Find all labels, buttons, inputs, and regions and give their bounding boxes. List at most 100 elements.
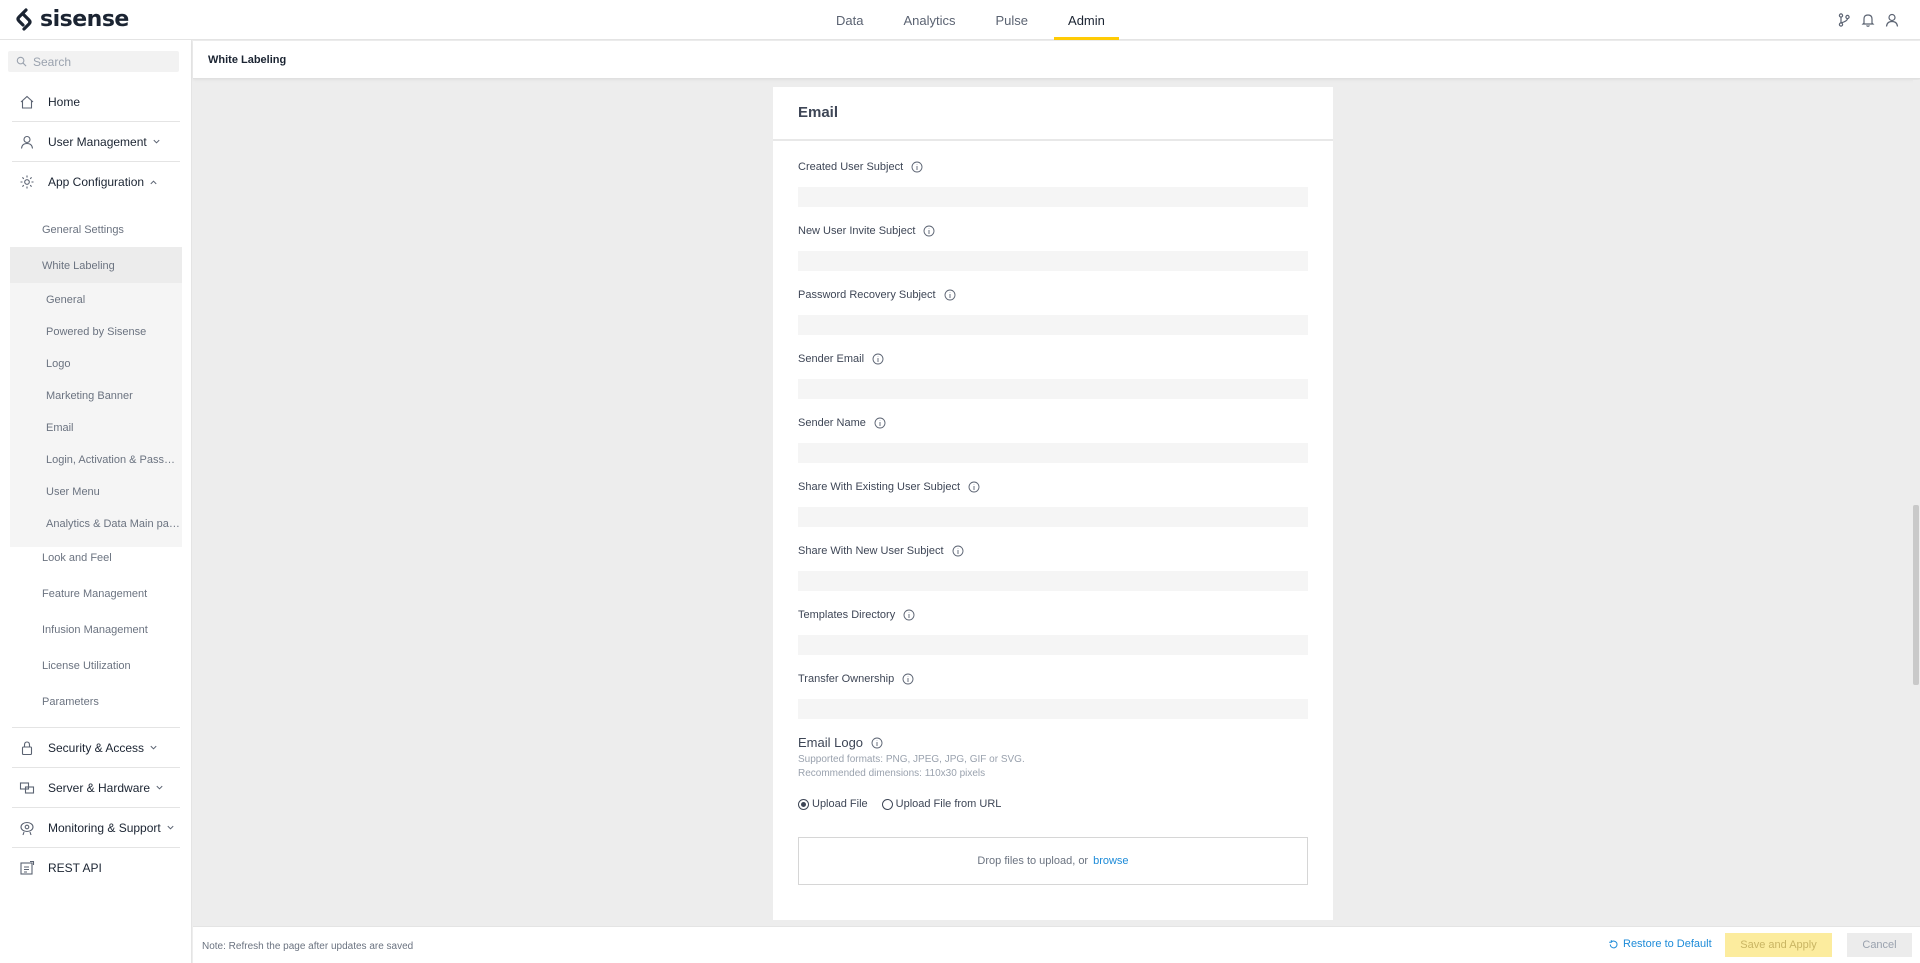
sidebar-label: Server & Hardware xyxy=(48,780,151,795)
topnav-admin[interactable]: Admin xyxy=(1054,0,1119,40)
info-icon[interactable] xyxy=(871,737,883,749)
sisense-logo[interactable]: sisense xyxy=(14,7,129,32)
field-label: Share With Existing User Subject xyxy=(798,481,961,493)
dropzone-text: Drop files to upload, or xyxy=(977,855,1089,867)
email-settings-card: Email Created User Subject New User Invi… xyxy=(773,87,1333,920)
save-and-apply-button[interactable]: Save and Apply xyxy=(1725,933,1832,957)
radio-label: Upload File xyxy=(812,798,868,810)
api-icon xyxy=(18,859,36,877)
gear-icon xyxy=(18,173,36,191)
info-icon[interactable] xyxy=(872,353,884,365)
field-sender-name: Sender Name xyxy=(798,417,1308,463)
scrollbar-thumb[interactable] xyxy=(1913,505,1919,685)
field-new-user-invite-subject: New User Invite Subject xyxy=(798,225,1308,271)
info-icon[interactable] xyxy=(903,609,915,621)
info-icon[interactable] xyxy=(902,673,914,685)
radio-upload-url[interactable]: Upload File from URL xyxy=(881,798,1001,810)
scrollbar-track[interactable] xyxy=(1913,80,1920,926)
sidebar-subitem-general[interactable]: General xyxy=(46,294,181,306)
sidebar-subitem-analytics-main[interactable]: Analytics & Data Main page xyxy=(46,518,181,530)
field-label: Password Recovery Subject xyxy=(798,289,936,301)
sender-email-input[interactable] xyxy=(798,379,1308,399)
sidebar-item-rest-api[interactable]: REST API xyxy=(12,848,180,888)
monitoring-icon xyxy=(18,819,36,837)
radio-upload-file[interactable]: Upload File xyxy=(798,798,868,810)
field-share-existing-subject: Share With Existing User Subject xyxy=(798,481,1308,527)
user-icon[interactable] xyxy=(1884,12,1900,28)
user-icon xyxy=(18,133,36,151)
cancel-button[interactable]: Cancel xyxy=(1847,933,1912,957)
sidebar-item-license-utilization[interactable]: License Utilization xyxy=(42,660,131,672)
sidebar-item-security-access[interactable]: Security & Access xyxy=(12,728,180,768)
transfer-ownership-input[interactable] xyxy=(798,699,1308,719)
sidebar-item-look-and-feel[interactable]: Look and Feel xyxy=(42,552,112,564)
card-header: Email xyxy=(773,87,1333,141)
sidebar-item-parameters[interactable]: Parameters xyxy=(42,696,99,708)
search-icon xyxy=(16,56,27,67)
new-user-invite-subject-input[interactable] xyxy=(798,251,1308,271)
topnav-data[interactable]: Data xyxy=(822,0,877,40)
field-label: New User Invite Subject xyxy=(798,225,916,237)
sidebar-item-infusion-management[interactable]: Infusion Management xyxy=(42,624,148,636)
page-title: White Labeling xyxy=(208,54,287,66)
info-icon[interactable] xyxy=(874,417,886,429)
chevron-down-icon xyxy=(156,785,163,790)
sidebar-subitem-marketing-banner[interactable]: Marketing Banner xyxy=(46,390,181,402)
sidebar: Home User Management App Configuration G… xyxy=(0,40,192,963)
sidebar-subitem-powered-by[interactable]: Powered by Sisense xyxy=(46,326,181,338)
sidebar-item-white-labeling[interactable]: White Labeling xyxy=(42,260,115,272)
sidebar-label: Security & Access xyxy=(48,740,145,755)
info-icon[interactable] xyxy=(952,545,964,557)
sidebar-item-app-configuration[interactable]: App Configuration xyxy=(12,162,180,202)
sidebar-item-feature-management[interactable]: Feature Management xyxy=(42,588,147,600)
topnav-analytics[interactable]: Analytics xyxy=(889,0,969,40)
sidebar-item-general-settings[interactable]: General Settings xyxy=(42,224,124,236)
restore-label: Restore to Default xyxy=(1623,938,1712,950)
sidebar-item-monitoring-support[interactable]: Monitoring & Support xyxy=(12,808,180,848)
search-input[interactable] xyxy=(33,54,173,69)
field-label: Transfer Ownership xyxy=(798,673,895,685)
footer-bar: Note: Refresh the page after updates are… xyxy=(193,926,1920,963)
file-dropzone[interactable]: Drop files to upload, or browse xyxy=(798,837,1308,885)
created-user-subject-input[interactable] xyxy=(798,187,1308,207)
info-icon[interactable] xyxy=(923,225,935,237)
server-icon xyxy=(18,779,36,797)
templates-directory-input[interactable] xyxy=(798,635,1308,655)
restore-icon xyxy=(1609,939,1618,948)
password-recovery-subject-input[interactable] xyxy=(798,315,1308,335)
info-icon[interactable] xyxy=(968,481,980,493)
email-logo-section: Email Logo Supported formats: PNG, JPEG,… xyxy=(798,735,1308,810)
sidebar-item-home[interactable]: Home xyxy=(12,82,180,122)
sidebar-subitem-email[interactable]: Email xyxy=(46,422,181,434)
refresh-note: Note: Refresh the page after updates are… xyxy=(202,941,414,952)
info-icon[interactable] xyxy=(911,161,923,173)
browse-link[interactable]: browse xyxy=(1093,855,1128,867)
share-new-subject-input[interactable] xyxy=(798,571,1308,591)
sidebar-item-user-management[interactable]: User Management xyxy=(12,122,180,162)
sidebar-label: Monitoring & Support xyxy=(48,820,161,835)
sidebar-subitem-logo[interactable]: Logo xyxy=(46,358,181,370)
sidebar-subitem-user-menu[interactable]: User Menu xyxy=(46,486,181,498)
git-branch-icon[interactable] xyxy=(1836,12,1852,28)
radio-unchecked-icon xyxy=(881,798,893,810)
chevron-up-icon xyxy=(150,179,157,184)
restore-default-button[interactable]: Restore to Default xyxy=(1608,938,1712,950)
share-existing-subject-input[interactable] xyxy=(798,507,1308,527)
topnav-pulse[interactable]: Pulse xyxy=(982,0,1043,40)
field-label: Sender Email xyxy=(798,353,865,365)
brand-name: sisense xyxy=(40,7,129,32)
sender-name-input[interactable] xyxy=(798,443,1308,463)
top-nav: Data Analytics Pulse Admin xyxy=(822,0,1131,40)
field-label: Templates Directory xyxy=(798,609,896,621)
sidebar-subitem-login[interactable]: Login, Activation & Password xyxy=(46,454,181,466)
supported-formats-hint: Supported formats: PNG, JPEG, JPG, GIF o… xyxy=(798,754,1025,765)
sidebar-label: User Management xyxy=(48,134,147,149)
bell-icon[interactable] xyxy=(1860,12,1876,28)
info-icon[interactable] xyxy=(944,289,956,301)
field-sender-email: Sender Email xyxy=(798,353,1308,399)
field-transfer-ownership: Transfer Ownership xyxy=(798,673,1308,719)
field-label: Created User Subject xyxy=(798,161,904,173)
search-box xyxy=(8,51,179,72)
chevron-down-icon xyxy=(153,139,160,144)
sidebar-item-server-hardware[interactable]: Server & Hardware xyxy=(12,768,180,808)
